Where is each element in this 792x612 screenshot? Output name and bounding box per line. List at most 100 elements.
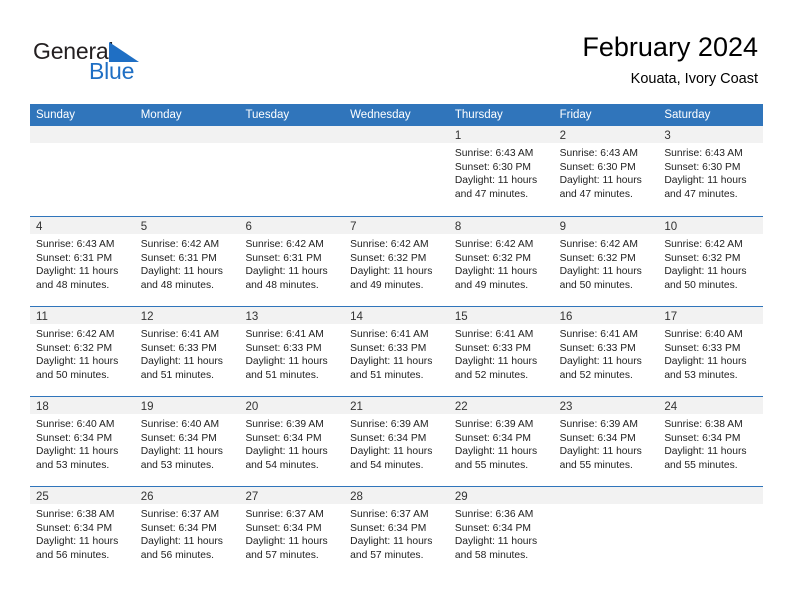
calendar-day-cell[interactable]: 4 Sunrise: 6:43 AM Sunset: 6:31 PM Daylight… <box>30 217 135 306</box>
day-detail-line: Daylight: 11 hours <box>140 536 223 548</box>
calendar-day-cell[interactable]: 9 Sunrise: 6:42 AM Sunset: 6:32 PM Daylight… <box>553 217 659 306</box>
day-detail-line: Daylight: 11 hours <box>664 266 747 278</box>
weekday-header-tuesday: Tuesday <box>245 109 290 121</box>
calendar-day-cell[interactable]: 8 Sunrise: 6:42 AM Sunset: 6:32 PM Daylight… <box>448 217 554 306</box>
day-detail-line: Sunrise: 6:39 AM <box>245 419 324 430</box>
day-number-bar: 29 <box>448 487 554 504</box>
calendar-day-cell[interactable]: 6 Sunrise: 6:42 AM Sunset: 6:31 PM Daylight… <box>239 217 345 306</box>
day-detail-line: Sunrise: 6:40 AM <box>140 419 220 430</box>
day-detail-line: Daylight: 11 hours <box>140 356 223 368</box>
calendar-day-cell[interactable]: 13 Sunrise: 6:41 AM Sunset: 6:33 PM Dayligh… <box>239 307 345 396</box>
calendar-day-cell[interactable]: 15 Sunrise: 6:41 AM Sunset: 6:33 PM Dayligh… <box>448 307 554 396</box>
calendar-day-cell[interactable]: 5 Sunrise: 6:42 AM Sunset: 6:31 PM Daylight… <box>134 217 240 306</box>
day-detail-line: Sunrise: 6:39 AM <box>559 419 639 430</box>
calendar-day-cell[interactable]: 29 Sunrise: 6:36 AM Sunset: 6:34 PM Dayligh… <box>448 487 554 576</box>
day-detail-body: Sunrise: 6:41 AM Sunset: 6:33 PM Daylight:… <box>554 324 659 382</box>
day-number-bar <box>344 126 449 143</box>
day-detail-line: Sunrise: 6:36 AM <box>454 509 534 520</box>
day-number-bar: 28 <box>344 487 449 504</box>
day-detail-line: Sunset: 6:34 PM <box>140 522 217 534</box>
day-detail-body: Sunrise: 6:39 AM Sunset: 6:34 PM Daylight:… <box>449 414 554 472</box>
day-detail-line: and 51 minutes. <box>245 369 319 381</box>
calendar-day-cell[interactable]: 23 Sunrise: 6:39 AM Sunset: 6:34 PM Dayligh… <box>553 397 659 486</box>
day-detail-line: Sunset: 6:31 PM <box>245 252 322 264</box>
page-title: February 2024 <box>582 32 758 62</box>
day-detail-body <box>554 504 659 508</box>
calendar-day-cell[interactable]: 26 Sunrise: 6:37 AM Sunset: 6:34 PM Dayligh… <box>134 487 240 576</box>
day-detail-line: Daylight: 11 hours <box>559 356 642 368</box>
calendar-day-cell[interactable]: 21 Sunrise: 6:39 AM Sunset: 6:34 PM Dayligh… <box>344 397 449 486</box>
calendar-day-cell[interactable]: 28 Sunrise: 6:37 AM Sunset: 6:34 PM Dayligh… <box>344 487 449 576</box>
calendar-day-cell[interactable]: 17 Sunrise: 6:40 AM Sunset: 6:33 PM Dayligh… <box>658 307 764 396</box>
day-number-bar: 12 <box>134 307 240 324</box>
day-detail-line: Sunset: 6:33 PM <box>559 342 636 354</box>
day-number-bar: 16 <box>553 307 659 324</box>
day-detail-line: and 50 minutes. <box>559 279 633 291</box>
calendar-day-cell[interactable]: 25 Sunrise: 6:38 AM Sunset: 6:34 PM Dayligh… <box>30 487 135 576</box>
calendar-grid: Sunday Monday Tuesday Wednesday Thursday Frid… <box>30 104 764 576</box>
weekday-header-thursday: Thursday <box>454 109 503 121</box>
day-number: 28 <box>350 491 363 503</box>
day-detail-line: and 56 minutes. <box>140 549 214 561</box>
day-number: 4 <box>36 221 43 233</box>
day-detail-line: Daylight: 11 hours <box>454 266 538 278</box>
calendar-day-cell[interactable]: 10 Sunrise: 6:42 AM Sunset: 6:32 PM Dayligh… <box>658 217 764 306</box>
calendar-day-cell[interactable]: 16 Sunrise: 6:41 AM Sunset: 6:33 PM Dayligh… <box>553 307 659 396</box>
day-number: 7 <box>350 221 357 233</box>
day-detail-line: Sunset: 6:30 PM <box>664 161 741 173</box>
calendar-day-cell[interactable]: 1 Sunrise: 6:43 AM Sunset: 6:30 PM Daylight… <box>448 126 554 216</box>
day-detail-body: Sunrise: 6:40 AM Sunset: 6:34 PM Daylight:… <box>135 414 240 472</box>
day-detail-line: Sunrise: 6:40 AM <box>36 419 115 430</box>
day-detail-line: Sunset: 6:34 PM <box>36 522 113 534</box>
day-detail-line: Daylight: 11 hours <box>245 356 328 368</box>
day-detail-body: Sunrise: 6:42 AM Sunset: 6:32 PM Daylight:… <box>30 324 135 382</box>
day-detail-line: Daylight: 11 hours <box>36 266 119 278</box>
day-number: 16 <box>559 311 573 323</box>
calendar-day-cell[interactable]: 19 Sunrise: 6:40 AM Sunset: 6:34 PM Dayligh… <box>134 397 240 486</box>
calendar-day-empty <box>30 126 135 216</box>
general-blue-logo[interactable]: General Blue <box>33 38 213 88</box>
calendar-day-cell[interactable]: 22 Sunrise: 6:39 AM Sunset: 6:34 PM Dayligh… <box>448 397 554 486</box>
calendar-day-empty <box>239 126 345 216</box>
calendar-day-cell[interactable]: 2 Sunrise: 6:43 AM Sunset: 6:30 PM Daylight… <box>553 126 659 216</box>
day-detail-line: Daylight: 11 hours <box>454 175 538 187</box>
calendar-day-cell[interactable]: 11 Sunrise: 6:42 AM Sunset: 6:32 PM Dayligh… <box>30 307 135 396</box>
day-number: 19 <box>140 401 154 413</box>
calendar-day-cell[interactable]: 20 Sunrise: 6:39 AM Sunset: 6:34 PM Dayligh… <box>239 397 345 486</box>
day-detail-body: Sunrise: 6:37 AM Sunset: 6:34 PM Daylight:… <box>344 504 449 562</box>
calendar-day-cell[interactable]: 27 Sunrise: 6:37 AM Sunset: 6:34 PM Dayligh… <box>239 487 345 576</box>
day-detail-line: Sunrise: 6:43 AM <box>454 148 534 159</box>
day-number-bar <box>239 126 345 143</box>
day-detail-body <box>344 143 449 147</box>
day-detail-line: Sunrise: 6:39 AM <box>350 419 429 430</box>
day-detail-line: and 50 minutes. <box>664 279 738 291</box>
day-detail-line: Sunrise: 6:42 AM <box>559 239 639 250</box>
calendar-day-cell[interactable]: 24 Sunrise: 6:38 AM Sunset: 6:34 PM Dayligh… <box>658 397 764 486</box>
day-detail-body: Sunrise: 6:43 AM Sunset: 6:30 PM Daylight:… <box>658 143 763 201</box>
calendar-day-cell[interactable]: 12 Sunrise: 6:41 AM Sunset: 6:33 PM Dayligh… <box>134 307 240 396</box>
calendar-day-cell[interactable]: 7 Sunrise: 6:42 AM Sunset: 6:32 PM Daylight… <box>344 217 449 306</box>
day-detail-body: Sunrise: 6:39 AM Sunset: 6:34 PM Daylight:… <box>344 414 449 472</box>
day-detail-line: and 47 minutes. <box>664 188 738 200</box>
calendar-day-cell[interactable]: 18 Sunrise: 6:40 AM Sunset: 6:34 PM Dayligh… <box>30 397 135 486</box>
day-detail-line: Sunrise: 6:42 AM <box>350 239 429 250</box>
day-detail-line: and 47 minutes. <box>559 188 633 200</box>
day-number: 27 <box>245 491 259 503</box>
day-number-bar <box>30 126 135 143</box>
day-detail-line: Sunset: 6:33 PM <box>140 342 217 354</box>
day-number: 2 <box>559 130 566 142</box>
day-detail-line: and 47 minutes. <box>454 188 529 200</box>
day-detail-line: Daylight: 11 hours <box>559 175 642 187</box>
day-detail-line: Sunrise: 6:38 AM <box>36 509 115 520</box>
day-number: 20 <box>245 401 259 413</box>
calendar-day-cell[interactable]: 3 Sunrise: 6:43 AM Sunset: 6:30 PM Daylight… <box>658 126 764 216</box>
day-detail-line: and 48 minutes. <box>36 279 110 291</box>
day-number-bar: 14 <box>344 307 449 324</box>
day-detail-line: Sunrise: 6:42 AM <box>140 239 220 250</box>
day-detail-line: Sunset: 6:33 PM <box>664 342 741 354</box>
day-number-bar: 19 <box>134 397 240 414</box>
day-number-bar: 8 <box>448 217 554 234</box>
day-number-bar: 3 <box>658 126 764 143</box>
day-detail-line: and 56 minutes. <box>36 549 110 561</box>
calendar-day-cell[interactable]: 14 Sunrise: 6:41 AM Sunset: 6:33 PM Dayligh… <box>344 307 449 396</box>
